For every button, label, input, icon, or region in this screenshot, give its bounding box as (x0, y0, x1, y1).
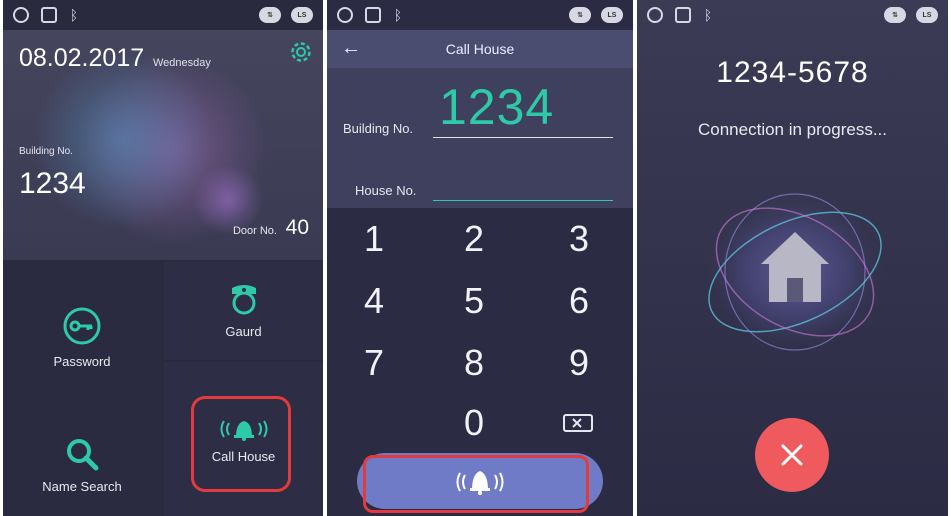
backspace-icon[interactable] (563, 414, 593, 432)
bluetooth-icon: ᛒ (703, 7, 713, 23)
ls-badge-icon: LS (291, 7, 313, 23)
key-icon (63, 307, 101, 344)
home-screen: ᛒ ⇅ LS 08.02.2017 Wednesday Building No.… (3, 0, 323, 516)
dialed-number: 1234-5678 (716, 56, 869, 89)
gaurd-tile[interactable]: Gaurd (164, 262, 323, 360)
network-icon: ⇅ (259, 7, 281, 23)
name-search-label: Name Search (42, 478, 122, 494)
key-5[interactable]: 5 (434, 280, 514, 322)
sd-card-icon (365, 7, 381, 23)
gaurd-label: Gaurd (225, 323, 262, 339)
building-number-value: 1234 (19, 167, 86, 200)
sd-card-icon (675, 7, 691, 23)
back-arrow-icon[interactable]: ← (341, 37, 361, 60)
key-3[interactable]: 3 (539, 218, 619, 260)
sync-icon (13, 7, 29, 23)
building-number-label: Building No. (343, 121, 414, 136)
key-0[interactable]: 0 (434, 402, 514, 444)
password-label: Password (53, 353, 111, 369)
calling-screen: ᛒ ⇅ LS 1234-5678 Connection in progress.… (637, 0, 948, 516)
gear-icon[interactable] (289, 40, 313, 64)
page-title: Call House (445, 41, 515, 57)
house-orb-icon (705, 192, 885, 352)
date-display: 08.02.2017 (19, 44, 145, 72)
highlight-outline (191, 396, 291, 492)
title-bar: ← Call House (327, 30, 633, 68)
key-2[interactable]: 2 (434, 218, 514, 260)
ls-badge-icon: LS (601, 7, 623, 23)
status-bar: ᛒ ⇅ LS (3, 0, 323, 30)
network-icon: ⇅ (569, 7, 591, 23)
close-icon (781, 444, 803, 466)
key-4[interactable]: 4 (334, 280, 414, 322)
key-8[interactable]: 8 (434, 342, 514, 384)
key-6[interactable]: 6 (539, 280, 619, 322)
name-search-tile[interactable]: Name Search (3, 414, 161, 516)
house-underline (433, 200, 613, 201)
bluetooth-icon: ᛒ (393, 7, 403, 23)
door-number-label: Door No. (232, 225, 277, 237)
call-house-screen: ᛒ ⇅ LS ← Call House Building No. 1234 Ho… (327, 0, 633, 516)
weekday-display: Wednesday (153, 57, 211, 69)
guard-icon (231, 284, 256, 314)
connection-status: Connection in progress... (698, 120, 887, 139)
building-number-label: Building No. (19, 146, 73, 157)
status-bar: ᛒ ⇅ LS (637, 0, 948, 30)
sync-icon (647, 7, 663, 23)
highlight-outline (363, 455, 589, 513)
bluetooth-icon: ᛒ (69, 7, 79, 23)
hang-up-button[interactable] (755, 418, 829, 492)
building-underline (433, 137, 613, 138)
sync-icon (337, 7, 353, 23)
call-form: Building No. 1234 House No. (327, 68, 633, 208)
building-number-input[interactable]: 1234 (439, 78, 554, 136)
network-icon: ⇅ (884, 7, 906, 23)
door-number-value: 40 (285, 216, 309, 239)
key-1[interactable]: 1 (334, 218, 414, 260)
sd-card-icon (41, 7, 57, 23)
status-bar: ᛒ ⇅ LS (327, 0, 633, 30)
search-icon (67, 438, 99, 470)
ls-badge-icon: LS (916, 7, 938, 23)
house-number-label: House No. (355, 183, 417, 198)
home-hero-card: 08.02.2017 Wednesday Building No. 1234 D… (3, 30, 323, 260)
password-tile[interactable]: Password (3, 262, 161, 412)
key-9[interactable]: 9 (539, 342, 619, 384)
key-7[interactable]: 7 (334, 342, 414, 384)
